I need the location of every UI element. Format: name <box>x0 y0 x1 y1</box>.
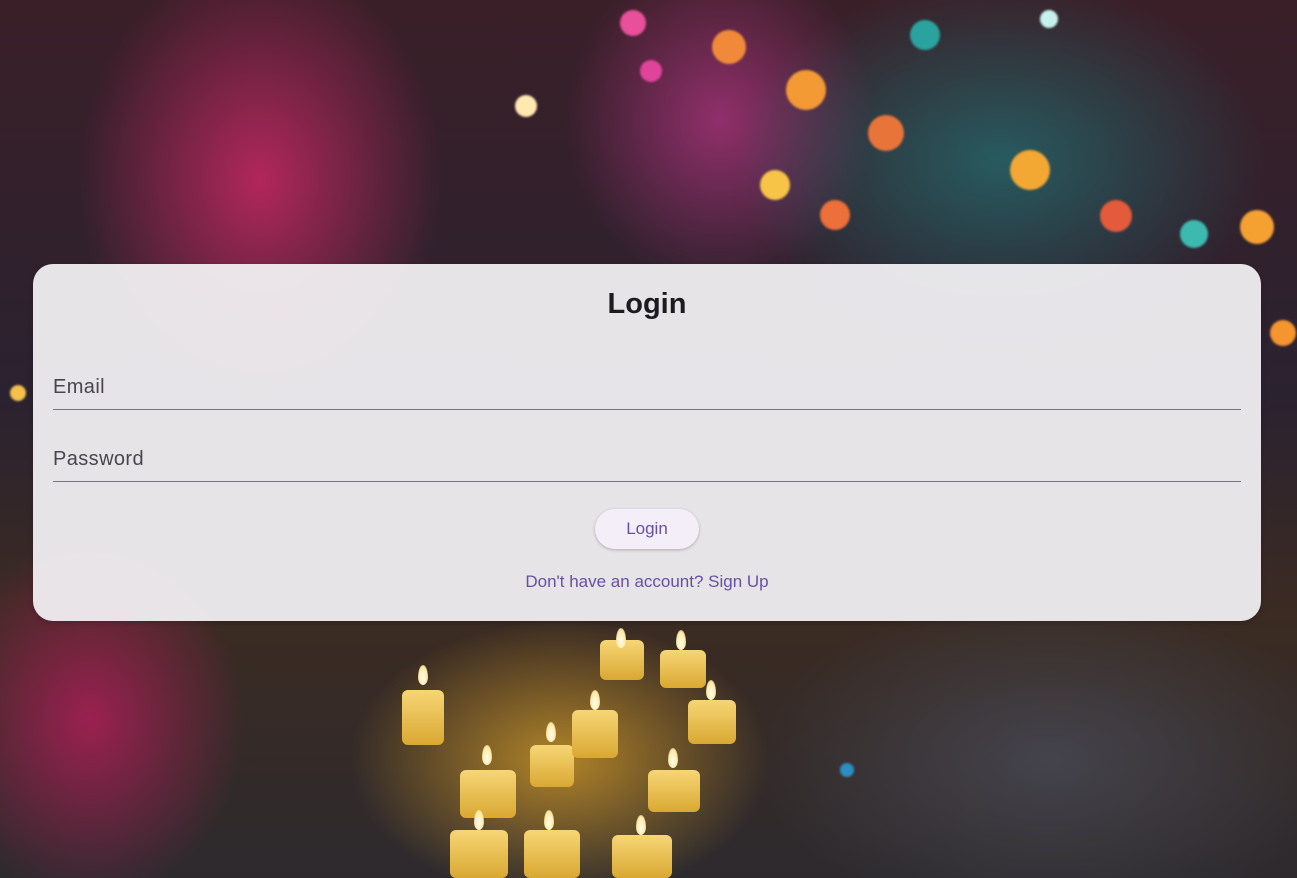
bokeh-light <box>868 115 904 151</box>
candle <box>572 710 618 758</box>
login-button[interactable]: Login <box>595 509 699 549</box>
bokeh-light <box>1240 210 1274 244</box>
candle <box>688 700 736 744</box>
candle <box>612 835 672 878</box>
bokeh-light <box>640 60 662 82</box>
candle <box>402 690 444 745</box>
candle-flame <box>636 815 646 835</box>
bokeh-light <box>1040 10 1058 28</box>
bokeh-light <box>515 95 537 117</box>
candle-flame <box>544 810 554 830</box>
page-title: Login <box>607 288 687 320</box>
bokeh-light <box>840 763 854 777</box>
candle <box>660 650 706 688</box>
candle <box>530 745 574 787</box>
bokeh-light <box>786 70 826 110</box>
candle <box>648 770 700 812</box>
candle <box>460 770 516 818</box>
candle-flame <box>616 628 626 648</box>
password-field-container <box>53 432 1241 482</box>
candle <box>450 830 508 878</box>
signup-link[interactable]: Don't have an account? Sign Up <box>33 572 1261 592</box>
bokeh-light <box>1180 220 1208 248</box>
bokeh-light <box>1270 320 1296 346</box>
bokeh-light <box>620 10 646 36</box>
candle-flame <box>590 690 600 710</box>
bokeh-light <box>1100 200 1132 232</box>
candle <box>524 830 580 878</box>
candle-flame <box>668 748 678 768</box>
bokeh-light <box>820 200 850 230</box>
bokeh-light <box>910 20 940 50</box>
login-card: Login Login Don't have an account? Sign … <box>33 264 1261 621</box>
bokeh-light <box>1010 150 1050 190</box>
email-field[interactable] <box>53 360 1241 409</box>
password-field[interactable] <box>53 432 1241 481</box>
candle-flame <box>676 630 686 650</box>
candle-flame <box>706 680 716 700</box>
bokeh-light <box>10 385 26 401</box>
email-field-container <box>53 360 1241 410</box>
candle-flame <box>546 722 556 742</box>
candle-flame <box>418 665 428 685</box>
candle-flame <box>482 745 492 765</box>
bokeh-light <box>760 170 790 200</box>
candle-flame <box>474 810 484 830</box>
bokeh-light <box>712 30 746 64</box>
